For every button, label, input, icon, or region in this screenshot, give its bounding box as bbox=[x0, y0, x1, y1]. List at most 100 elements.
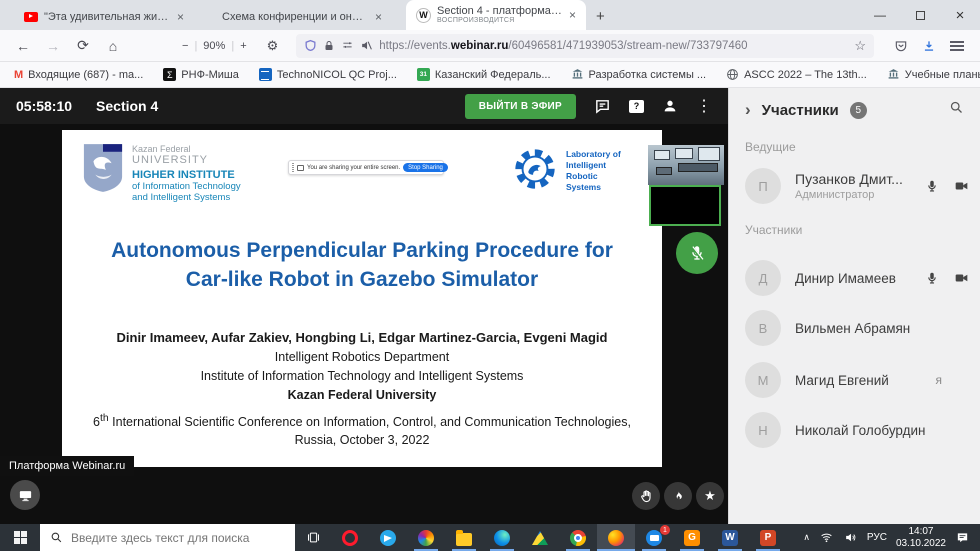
taskbar-clock[interactable]: 14:07 03.10.2022 bbox=[896, 526, 946, 549]
participant-name: Вильмен Абрамян bbox=[795, 321, 910, 336]
menu-icon[interactable] bbox=[950, 41, 964, 51]
avatar: М bbox=[745, 362, 781, 398]
wifi-icon[interactable] bbox=[819, 531, 834, 544]
avatar: П bbox=[745, 168, 781, 204]
raise-hand-button[interactable] bbox=[632, 482, 660, 510]
monitor-icon bbox=[18, 488, 33, 503]
url-text[interactable]: https://events.webinar.ru/60496581/47193… bbox=[379, 40, 848, 52]
chat-icon[interactable] bbox=[594, 98, 611, 115]
permissions-icon[interactable] bbox=[341, 40, 354, 51]
bookmark-star-icon[interactable]: ☆ bbox=[854, 38, 866, 54]
participant-name: Пузанков Дмит... bbox=[795, 171, 903, 187]
language-indicator[interactable]: РУС bbox=[867, 532, 887, 543]
pocket-icon[interactable] bbox=[894, 39, 908, 53]
tab-close-icon[interactable]: × bbox=[177, 10, 184, 24]
go-live-button[interactable]: ВЫЙТИ В ЭФИР bbox=[465, 94, 576, 119]
bookmark-razrabotka[interactable]: Разработка системы ... bbox=[571, 68, 707, 81]
bookmark-uchebnye-plany[interactable]: Учебные планы\Обр... bbox=[887, 68, 980, 81]
taskbar-app-explorer[interactable] bbox=[445, 524, 483, 551]
taskbar-app-chrome[interactable] bbox=[559, 524, 597, 551]
restore-button[interactable] bbox=[900, 0, 940, 30]
search-input[interactable] bbox=[71, 531, 271, 545]
participant-row[interactable]: В Вильмен Абрамян bbox=[745, 310, 970, 346]
taskbar-search[interactable] bbox=[40, 524, 295, 551]
taskbar-app-telegram[interactable] bbox=[369, 524, 407, 551]
screen-share-button[interactable] bbox=[10, 480, 40, 510]
taskbar-app-powerpoint[interactable]: P bbox=[749, 524, 787, 551]
minimize-button[interactable]: — bbox=[860, 0, 900, 30]
bookmark-kfu-calendar[interactable]: 31 Казанский Федераль... bbox=[417, 68, 551, 81]
task-view-icon bbox=[306, 530, 321, 545]
lock-icon[interactable] bbox=[323, 40, 335, 52]
bank-icon bbox=[887, 68, 900, 81]
participants-icon[interactable] bbox=[662, 98, 678, 114]
star-reaction-button[interactable]: ★ bbox=[696, 482, 724, 510]
taskbar-app-firefox[interactable] bbox=[597, 524, 635, 551]
bookmark-rnf[interactable]: Σ РНФ-Миша bbox=[163, 68, 239, 81]
tray-expand-icon[interactable]: ∧ bbox=[803, 532, 810, 543]
taskbar-app-edge[interactable] bbox=[483, 524, 521, 551]
bookmark-technonicol[interactable]: TechnoNICOL QC Proj... bbox=[259, 68, 397, 81]
downloads-icon[interactable] bbox=[922, 39, 936, 53]
reload-button[interactable]: ⟳ bbox=[70, 37, 96, 54]
taskbar-app-mail[interactable]: 1 bbox=[635, 524, 673, 551]
tab-youtube[interactable]: "Эта удивительная жизнь" - Po × bbox=[14, 3, 194, 30]
drag-handle[interactable] bbox=[292, 163, 294, 172]
bank-icon bbox=[571, 68, 584, 81]
start-button[interactable] bbox=[0, 524, 40, 551]
search-participants-icon[interactable] bbox=[949, 100, 964, 120]
stop-sharing-button[interactable]: Stop Sharing bbox=[403, 163, 448, 172]
fire-reaction-button[interactable] bbox=[664, 482, 692, 510]
me-badge: я bbox=[936, 373, 943, 387]
participant-row-host[interactable]: П Пузанков Дмит... Администратор bbox=[745, 168, 970, 204]
more-menu-icon[interactable]: ⋮ bbox=[696, 96, 712, 116]
screen-share-notification: You are sharing your entire screen. Stop… bbox=[288, 160, 444, 175]
participant-row[interactable]: Н Николай Голобурдин bbox=[745, 412, 970, 448]
taskbar-app-paint[interactable] bbox=[407, 524, 445, 551]
task-view-button[interactable] bbox=[295, 524, 331, 551]
camera-icon[interactable] bbox=[953, 179, 970, 193]
windows-taskbar: 1 G W P ∧ РУС 14:07 03.10.2022 bbox=[0, 524, 980, 551]
collapse-panel-icon[interactable]: › bbox=[745, 100, 751, 120]
bookmark-ascc[interactable]: ASCC 2022 – The 13th... bbox=[726, 68, 867, 81]
back-button[interactable]: ← bbox=[10, 38, 36, 54]
search-icon bbox=[50, 531, 63, 544]
mic-icon[interactable] bbox=[925, 271, 939, 285]
autoplay-blocked-icon[interactable] bbox=[360, 39, 373, 52]
forward-button[interactable]: → bbox=[40, 38, 66, 54]
tab-playing-status: ВОСПРОИЗВОДИТСЯ bbox=[437, 17, 563, 25]
url-bar[interactable]: https://events.webinar.ru/60496581/47193… bbox=[296, 34, 874, 58]
action-center-icon[interactable] bbox=[955, 531, 970, 545]
zoom-in-button[interactable]: + bbox=[240, 40, 246, 52]
platform-tooltip: Платформа Webinar.ru bbox=[0, 456, 134, 476]
camera-icon[interactable] bbox=[953, 271, 970, 285]
bookmark-gmail[interactable]: M Входящие (687) - ma... bbox=[14, 69, 143, 81]
webinar-header: 05:58:10 Section 4 ВЫЙТИ В ЭФИР ? ⋮ bbox=[0, 88, 728, 124]
new-tab-button[interactable]: + bbox=[596, 8, 605, 25]
microphone-muted-button[interactable] bbox=[676, 232, 718, 274]
taskbar-app-word[interactable]: W bbox=[711, 524, 749, 551]
tab-close-icon[interactable]: × bbox=[375, 10, 382, 24]
participant-row[interactable]: М Магид Евгений я bbox=[745, 362, 970, 398]
avatar: Н bbox=[745, 412, 781, 448]
telegram-icon bbox=[380, 530, 396, 546]
taskbar-app-gom[interactable]: G bbox=[673, 524, 711, 551]
slide-authors: Dinir Imameev, Aufar Zakiev, Hongbing Li… bbox=[62, 330, 662, 449]
tab-close-icon[interactable]: × bbox=[569, 8, 576, 22]
tab-webinar-active[interactable]: W Section 4 - платформа Webinar ВОСПРОИЗ… bbox=[406, 0, 586, 30]
extension-gear-icon[interactable]: ⚙ bbox=[267, 38, 279, 54]
close-button[interactable]: × bbox=[940, 0, 980, 30]
zoom-level[interactable]: 90% bbox=[203, 40, 225, 52]
participant-row[interactable]: Д Динир Имамеев bbox=[745, 260, 970, 296]
volume-icon[interactable] bbox=[843, 531, 858, 544]
home-button[interactable]: ⌂ bbox=[100, 38, 126, 54]
camera-thumbnail-lab[interactable] bbox=[648, 145, 724, 185]
tab-schema[interactable]: Схема конфиренции и онлайн × bbox=[212, 3, 392, 30]
questions-icon[interactable]: ? bbox=[629, 100, 644, 113]
zoom-out-button[interactable]: − bbox=[182, 40, 188, 52]
avatar: Д bbox=[745, 260, 781, 296]
taskbar-app-opera[interactable] bbox=[331, 524, 369, 551]
mic-icon[interactable] bbox=[925, 179, 939, 193]
camera-thumbnail-active[interactable] bbox=[649, 185, 721, 226]
taskbar-app-drive[interactable] bbox=[521, 524, 559, 551]
